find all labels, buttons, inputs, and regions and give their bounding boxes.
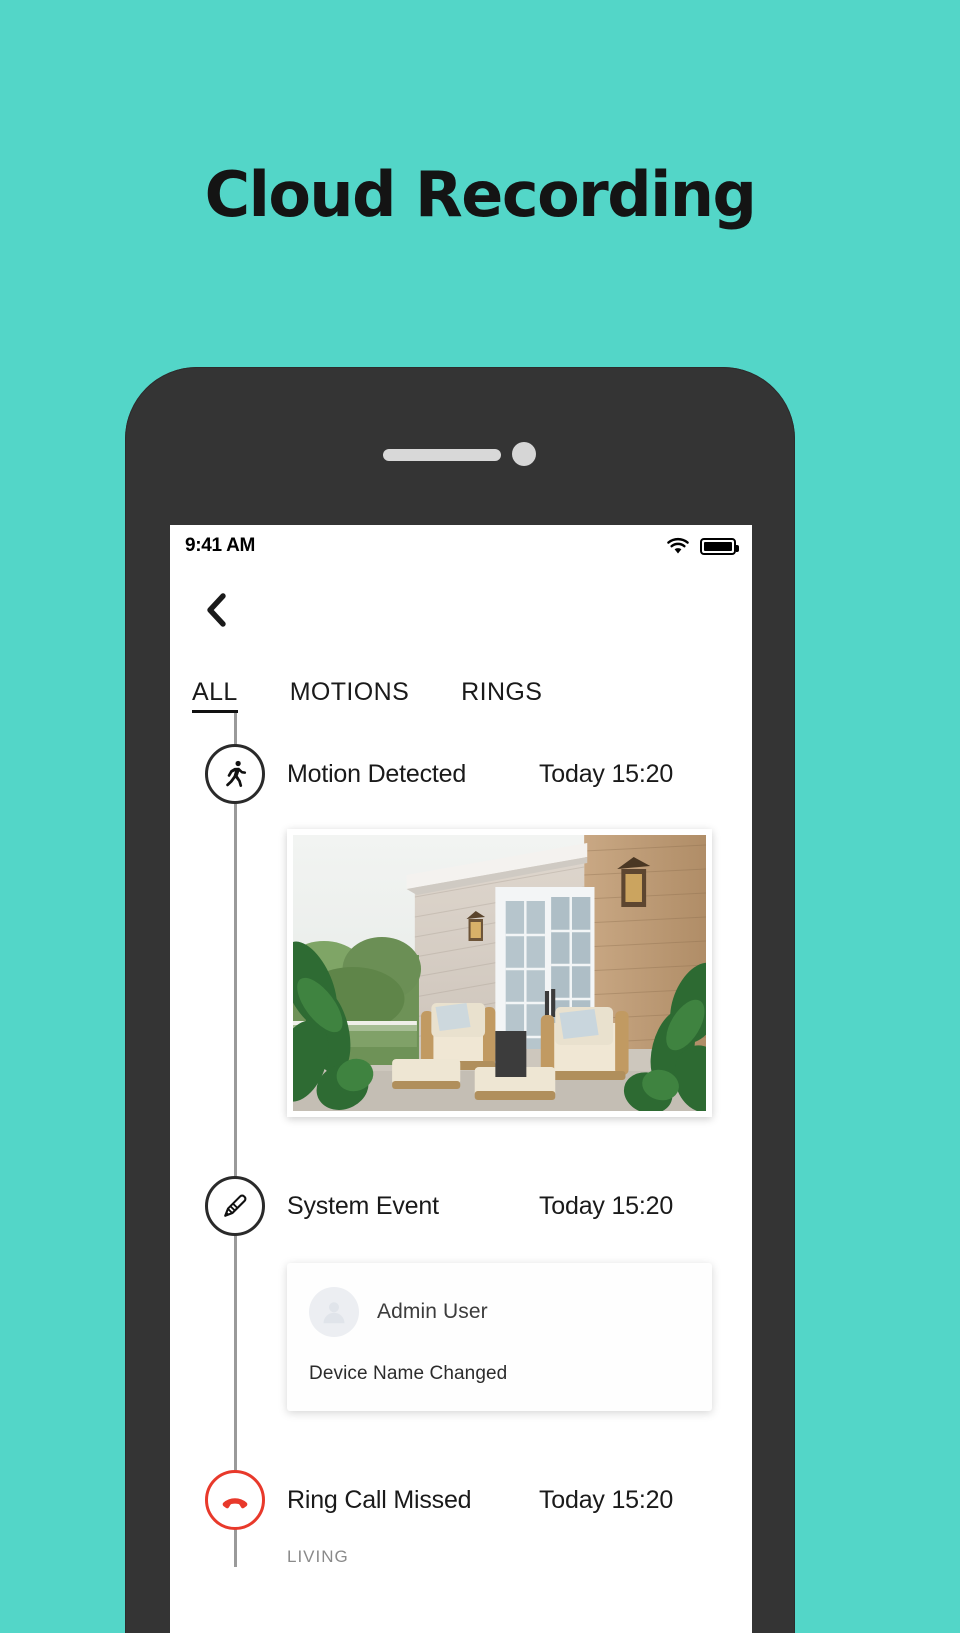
user-avatar-icon	[323, 1302, 345, 1324]
tab-all[interactable]: ALL	[192, 678, 238, 713]
timeline-event-ring-missed[interactable]: Ring Call Missed Today 15:20	[170, 1463, 752, 1537]
timeline-spacer-2	[170, 1411, 752, 1463]
system-event-title: System Event	[287, 1191, 439, 1220]
motion-event-marker[interactable]	[205, 744, 265, 804]
system-event-marker[interactable]	[205, 1176, 265, 1236]
timeline-event-motion[interactable]: Motion Detected Today 15:20	[170, 737, 752, 811]
ring-missed-event-title: Ring Call Missed	[287, 1485, 472, 1514]
system-event-card[interactable]: Admin User Device Name Changed	[287, 1263, 712, 1411]
tab-bar: ALL MOTIONS RINGS	[170, 653, 752, 713]
tab-rings[interactable]: RINGS	[461, 678, 542, 713]
back-button[interactable]	[196, 590, 236, 630]
status-bar: 9:41 AM	[170, 525, 752, 567]
system-event-description: Device Name Changed	[309, 1363, 508, 1384]
ring-missed-event-time: Today 15:20	[539, 1485, 674, 1514]
motion-snapshot-image	[293, 835, 706, 1111]
clipped-room-label: LIVING	[287, 1547, 349, 1566]
motion-event-title: Motion Detected	[287, 759, 467, 788]
system-event-time: Today 15:20	[539, 1191, 674, 1220]
timeline-spacer-1	[170, 1117, 752, 1169]
motion-event-snapshot-card[interactable]	[287, 829, 712, 1117]
tab-motions-label: MOTIONS	[289, 678, 410, 706]
chevron-left-icon	[207, 593, 226, 627]
tab-rings-label: RINGS	[461, 678, 543, 706]
phone-screen: 9:41 AM ALL MOTIONS RINGS Motion Detecte…	[170, 525, 752, 1633]
battery-icon	[700, 537, 739, 555]
status-bar-icons	[666, 537, 739, 555]
system-event-user-name: Admin User	[377, 1300, 488, 1323]
status-bar-time: 9:41 AM	[185, 535, 256, 556]
timeline-event-system[interactable]: System Event Today 15:20	[170, 1169, 752, 1243]
ring-missed-event-marker[interactable]	[205, 1470, 265, 1530]
front-camera-icon	[512, 442, 536, 466]
patio-scene-illustration	[293, 835, 706, 1111]
pencil-icon	[224, 1194, 247, 1217]
system-event-user: Admin User	[309, 1287, 690, 1337]
nav-bar	[170, 567, 752, 653]
speaker-grille-icon	[383, 449, 501, 461]
running-person-icon	[226, 760, 247, 787]
tab-motions[interactable]: MOTIONS	[290, 678, 409, 713]
battery-level	[704, 541, 732, 551]
missed-call-icon	[222, 1498, 248, 1509]
phone-top-bezel	[125, 367, 795, 522]
tab-all-label: ALL	[192, 678, 238, 706]
timeline-rail	[234, 713, 237, 1567]
event-timeline: Motion Detected Today 15:20 System Event…	[170, 713, 752, 1567]
page-title: Cloud Recording	[204, 158, 757, 231]
motion-event-time: Today 15:20	[539, 759, 674, 788]
phone-mockup: 9:41 AM ALL MOTIONS RINGS Motion Detecte…	[125, 367, 795, 1633]
avatar	[309, 1287, 359, 1337]
wifi-icon	[667, 537, 689, 554]
